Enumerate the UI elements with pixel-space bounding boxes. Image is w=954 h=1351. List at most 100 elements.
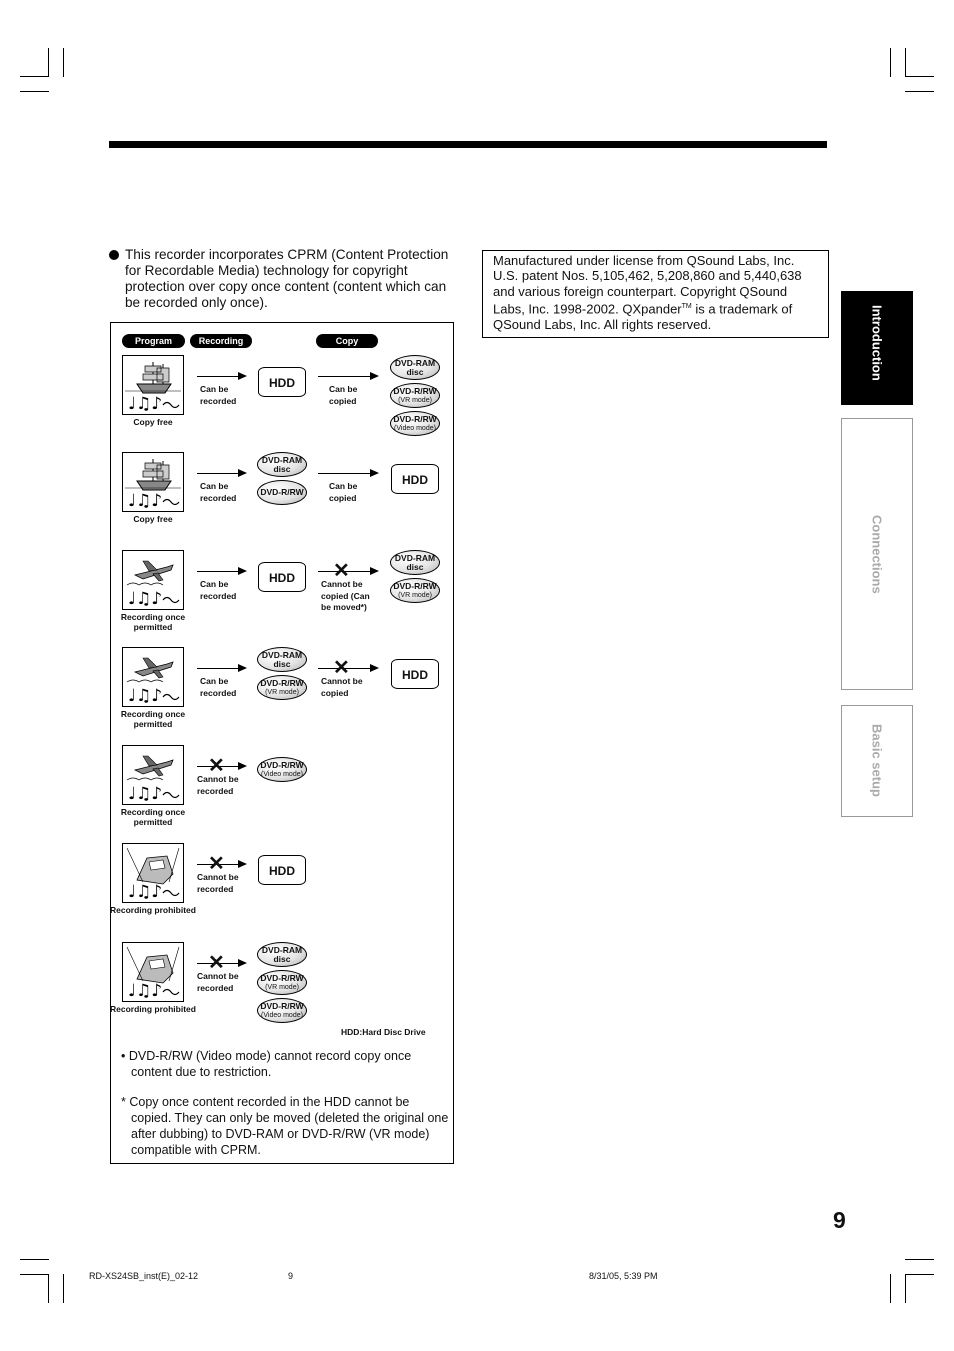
disc-dvdrrw: DVD-R/RW (VR mode)	[390, 383, 440, 408]
tab-basic-setup[interactable]: Basic setup	[841, 705, 913, 817]
disc-type: DVD-R/RW	[393, 385, 437, 396]
disc-mode: disc	[406, 561, 424, 572]
disc-dvdram: DVD-RAM disc	[257, 452, 307, 477]
disc-type: DVD-R/RW	[393, 413, 437, 424]
program-airplane-icon: ♩♫♪	[122, 745, 184, 805]
program-ship-icon: ♩♫♪	[122, 452, 184, 512]
hdd-cylinder: HDD	[258, 367, 306, 397]
cross-icon: ✕	[208, 952, 225, 974]
car-icon: ♩♫♪	[126, 847, 180, 902]
cross-icon: ✕	[333, 560, 350, 582]
program-label: Recording prohibited	[110, 1004, 196, 1014]
record-status: Cannot be recorded	[197, 872, 239, 894]
airplane-icon: ♩♫♪	[126, 657, 180, 706]
disc-dvdrrw: DVD-R/RW (Video mode)	[390, 411, 440, 436]
airplane-icon: ♩♫♪	[126, 755, 180, 804]
program-ship-icon: ♩♫♪	[122, 355, 184, 415]
record-arrow	[197, 565, 247, 577]
ship-icon: ♩♫♪	[125, 459, 181, 511]
disc-dvdrrw: DVD-R/RW (Video mode)	[257, 998, 307, 1023]
header-rule	[109, 141, 827, 148]
program-label: Recording once permitted	[120, 807, 186, 827]
note-video-mode: • DVD-R/RW (Video mode) cannot record co…	[121, 1049, 412, 1079]
record-status: Can be recorded	[200, 676, 237, 698]
disc-type: DVD-R/RW	[260, 677, 304, 688]
disc-mode: (VR mode)	[398, 396, 432, 404]
copy-arrow	[318, 370, 379, 382]
copy-status: Can be copied	[329, 384, 358, 406]
record-arrow	[197, 467, 247, 479]
disc-type: DVD-R/RW	[260, 1000, 304, 1011]
program-label: Recording once permitted	[120, 612, 186, 632]
program-car-icon: ♩♫♪	[122, 843, 184, 903]
cross-icon: ✕	[208, 853, 225, 875]
disc-mode: disc	[273, 953, 291, 964]
hdd-cylinder: HDD	[391, 464, 439, 494]
bullet-icon	[109, 250, 119, 260]
record-status: Cannot be recorded	[197, 774, 239, 796]
disc-mode: (VR mode)	[398, 591, 432, 599]
disc-mode: disc	[406, 366, 424, 377]
header-copy: Copy	[316, 334, 378, 348]
program-airplane-icon: ♩♫♪	[122, 647, 184, 707]
cross-icon: ✕	[333, 657, 350, 679]
disc-mode: (VR mode)	[265, 688, 299, 696]
disc-type: DVD-R/RW	[260, 972, 304, 983]
footer-date: 8/31/05, 5:39 PM	[589, 1271, 658, 1281]
header-recording: Recording	[190, 334, 252, 348]
page-number: 9	[833, 1207, 846, 1233]
qsound-notice: Manufactured under license from QSound L…	[482, 250, 829, 338]
disc-dvdrrw: DVD-R/RW (Video mode)	[257, 757, 307, 782]
tab-introduction[interactable]: Introduction	[841, 291, 913, 405]
disc-type: DVD-R/RW	[393, 580, 437, 591]
disc-mode: (VR mode)	[265, 983, 299, 991]
hdd-cylinder: HDD	[391, 659, 439, 689]
svg-text:♩♫♪: ♩♫♪	[128, 686, 162, 706]
svg-text:♩♫♪: ♩♫♪	[128, 394, 162, 414]
disc-mode: (Video mode)	[261, 1011, 303, 1019]
record-status: Can be recorded	[200, 579, 237, 601]
program-label: Copy free	[133, 514, 173, 524]
record-status: Cannot be recorded	[197, 971, 239, 993]
program-car-icon: ♩♫♪	[122, 942, 184, 1002]
program-airplane-icon: ♩♫♪	[122, 550, 184, 610]
note-copy-once: * Copy once content recorded in the HDD …	[121, 1095, 449, 1157]
disc-type: DVD-R/RW	[260, 759, 304, 770]
disc-dvdram: DVD-RAM disc	[257, 647, 307, 672]
program-label: Recording prohibited	[110, 905, 196, 915]
disc-mode: disc	[273, 658, 291, 669]
program-label: Copy free	[133, 417, 173, 427]
cross-icon: ✕	[208, 755, 225, 777]
disc-dvdrrw: DVD-R/RW	[257, 480, 307, 505]
footer-page: 9	[288, 1271, 294, 1281]
disc-type: DVD-R/RW	[260, 487, 304, 497]
disc-mode: (Video mode)	[261, 770, 303, 778]
tab-connections[interactable]: Connections	[841, 418, 913, 690]
program-label: Recording once permitted	[120, 709, 186, 729]
record-status: Can be recorded	[200, 481, 237, 503]
disc-dvdram: DVD-RAM disc	[257, 942, 307, 967]
disc-dvdram: DVD-RAM disc	[390, 550, 440, 575]
copy-status: Can be copied	[329, 481, 358, 503]
airplane-icon: ♩♫♪	[126, 560, 180, 609]
manual-page: This recorder incorporates CPRM (Content…	[0, 0, 954, 1351]
ship-icon: ♩♫♪	[125, 362, 181, 414]
footer-file: RD-XS24SB_inst(E)_02-12	[89, 1271, 199, 1281]
hdd-cylinder: HDD	[258, 855, 306, 885]
svg-text:♩♫♪: ♩♫♪	[128, 589, 162, 609]
svg-text:♩♫♪: ♩♫♪	[128, 981, 162, 1001]
disc-dvdrrw: DVD-R/RW (VR mode)	[257, 675, 307, 700]
disc-mode: disc	[273, 463, 291, 474]
cprm-diagram: Program Recording Copy HDD:Hard Disc Dri…	[110, 322, 454, 1164]
record-status: Can be recorded	[200, 384, 237, 406]
disc-dvdram: DVD-RAM disc	[390, 355, 440, 380]
copy-status: Cannot be copied (Can be moved*)	[321, 579, 370, 612]
disc-mode: (Video mode)	[394, 424, 436, 432]
record-arrow	[197, 370, 247, 382]
record-arrow	[197, 662, 247, 674]
copy-arrow	[318, 467, 379, 479]
svg-text:♩♫♪: ♩♫♪	[128, 882, 162, 902]
disc-dvdrrw: DVD-R/RW (VR mode)	[390, 578, 440, 603]
disc-dvdrrw: DVD-R/RW (VR mode)	[257, 970, 307, 995]
car-icon: ♩♫♪	[126, 946, 180, 1001]
